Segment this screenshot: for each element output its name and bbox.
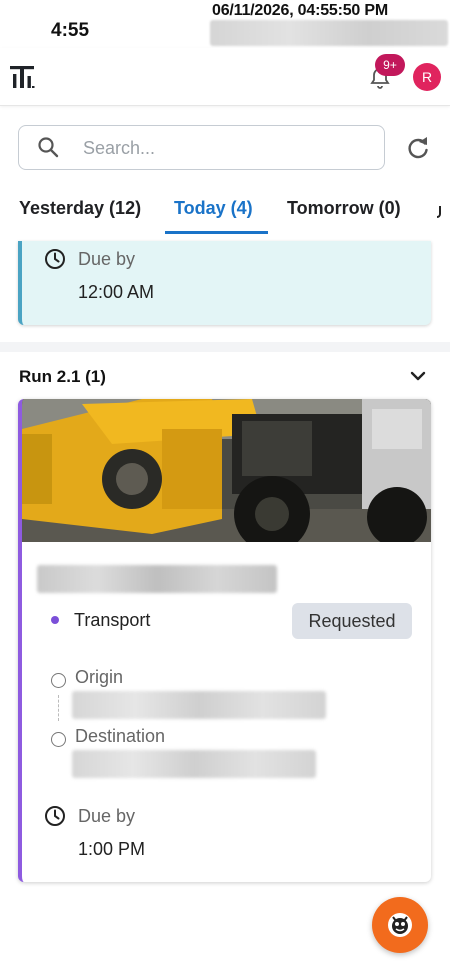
type-indicator-dot — [51, 616, 59, 624]
clock-icon — [45, 806, 65, 826]
due-value: 12:00 AM — [78, 282, 155, 302]
active-tab-indicator — [165, 231, 268, 234]
due-label: Due by — [78, 806, 136, 826]
tabs-overflow-icon[interactable] — [436, 205, 442, 219]
divider — [0, 342, 450, 352]
assistant-fab-button[interactable] — [372, 897, 428, 953]
assistant-icon — [388, 913, 412, 937]
chevron-down-icon[interactable] — [409, 370, 427, 382]
tab-yesterday[interactable]: Yesterday (12) — [19, 198, 141, 219]
status-time: 4:55 — [51, 20, 90, 41]
destination-marker-icon — [51, 732, 66, 747]
app-header: 9+ R — [0, 48, 450, 106]
due-label: Due by — [78, 249, 136, 269]
due-value: 1:00 PM — [78, 839, 146, 859]
task-type: Transport — [74, 610, 151, 630]
clock-icon — [45, 249, 65, 269]
status-timestamp: 06/11/2026, 04:55:50 PM — [212, 2, 388, 19]
redacted-task-name — [37, 565, 277, 593]
destination-label: Destination — [75, 726, 166, 746]
redacted-origin-address — [72, 691, 326, 719]
refresh-icon[interactable] — [405, 135, 431, 161]
group-header[interactable]: Run 2.1 (1) — [0, 352, 450, 398]
group-title: Run 2.1 (1) — [19, 367, 106, 386]
status-badge: Requested — [292, 603, 412, 639]
date-tabs: Yesterday (12) Today (4) Tomorrow (0) — [0, 183, 450, 238]
search-icon — [38, 137, 59, 158]
avatar[interactable]: R — [413, 63, 441, 91]
redacted-status-text — [210, 20, 448, 46]
task-card-previous[interactable]: Due by 12:00 AM — [18, 241, 431, 325]
tab-today[interactable]: Today (4) — [174, 198, 253, 219]
task-card[interactable]: Transport Requested Origin Destination D… — [18, 399, 431, 882]
app-logo[interactable] — [10, 64, 36, 90]
equipment-photo — [22, 399, 431, 542]
redacted-destination-address — [72, 750, 316, 778]
status-bar: 4:55 06/11/2026, 04:55:50 PM — [0, 0, 450, 48]
search-box[interactable] — [18, 125, 385, 170]
tab-tomorrow[interactable]: Tomorrow (0) — [287, 198, 401, 219]
origin-marker-icon — [51, 673, 66, 688]
origin-label: Origin — [75, 667, 124, 687]
search-input[interactable] — [83, 135, 363, 161]
notification-badge[interactable]: 9+ — [375, 54, 405, 76]
route-connector — [58, 695, 59, 721]
